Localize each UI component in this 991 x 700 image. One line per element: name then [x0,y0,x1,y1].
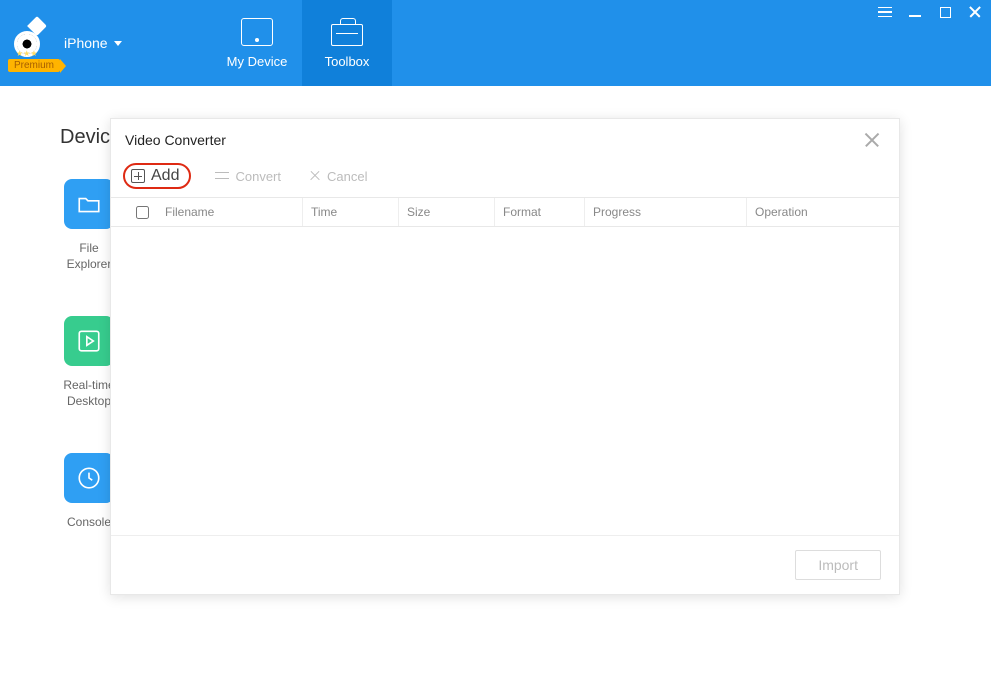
menu-button[interactable] [877,4,893,20]
maximize-icon [940,7,951,18]
nav-tabs: My Device Toolbox [212,0,392,86]
convert-button[interactable]: Convert [211,167,285,186]
minimize-icon [909,15,921,17]
device-selector[interactable]: iPhone [64,35,122,51]
tile-label: Console [67,515,111,531]
close-button[interactable] [967,4,983,20]
table-header: Filename Time Size Format Progress Opera… [111,197,899,227]
modal-titlebar: Video Converter [111,119,899,161]
add-label: Add [151,167,179,185]
play-icon [64,316,114,366]
toolbox-icon [331,24,363,46]
table-body [111,227,899,535]
tile-label: Real-time Desktop [63,378,114,409]
window-controls [877,4,983,20]
cancel-icon [309,170,321,182]
col-progress: Progress [585,198,747,226]
console-icon [64,453,114,503]
tab-label: Toolbox [325,54,370,69]
app-logo: Premium [8,21,52,65]
col-size: Size [399,198,495,226]
add-button[interactable]: Add [123,163,191,189]
convert-icon [215,171,229,181]
device-icon [241,18,273,46]
menu-icon [878,7,892,18]
col-time: Time [303,198,399,226]
select-all-checkbox[interactable] [127,198,157,226]
modal-title: Video Converter [125,132,226,148]
cancel-label: Cancel [327,169,367,184]
device-selector-label: iPhone [64,35,108,51]
folder-icon [64,179,114,229]
brand-area: Premium iPhone [0,0,212,86]
cancel-button[interactable]: Cancel [305,167,371,186]
maximize-button[interactable] [937,4,953,20]
video-converter-modal: Video Converter Add Convert Cancel Filen… [110,118,900,595]
col-operation: Operation [747,198,899,226]
minimize-button[interactable] [907,4,923,20]
tile-label: File Explorer [67,241,112,272]
col-filename: Filename [157,198,303,226]
premium-badge: Premium [8,59,60,72]
tab-toolbox[interactable]: Toolbox [302,0,392,86]
modal-footer: Import [111,535,899,594]
convert-label: Convert [235,169,281,184]
modal-toolbar: Add Convert Cancel [111,161,899,197]
tab-my-device[interactable]: My Device [212,0,302,86]
chevron-down-icon [114,41,122,46]
app-header: Premium iPhone My Device Toolbox [0,0,991,86]
col-format: Format [495,198,585,226]
close-icon [968,5,982,19]
modal-close-button[interactable] [863,131,881,149]
import-button[interactable]: Import [795,550,881,580]
tab-label: My Device [227,54,288,69]
plus-icon [131,169,145,183]
